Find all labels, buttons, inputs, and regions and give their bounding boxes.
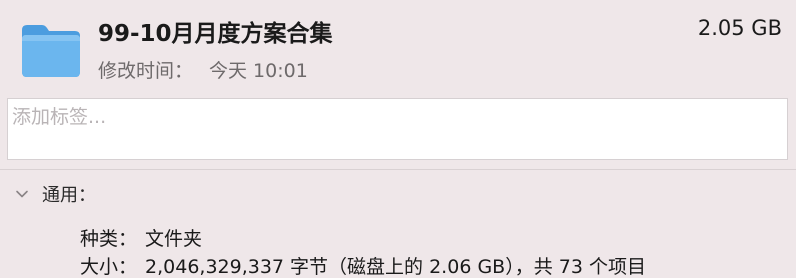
general-section-title: 通用： bbox=[42, 185, 96, 206]
modified-info: 修改时间： 今天 10:01 bbox=[98, 56, 308, 83]
size-value: 2,046,329,337 字节（磁盘上的 2.06 GB），共 73 个项目 bbox=[145, 256, 646, 278]
kind-row: 种类： 文件夹 bbox=[80, 224, 202, 251]
info-header: 99-10月月度方案合集 2.05 GB 修改时间： 今天 10:01 bbox=[0, 0, 796, 96]
kind-label: 种类： bbox=[80, 228, 138, 250]
general-section-header[interactable]: 通用： bbox=[14, 180, 96, 208]
size-row: 大小： 2,046,329,337 字节（磁盘上的 2.06 GB），共 73 个… bbox=[80, 252, 646, 278]
modified-label: 修改时间： bbox=[98, 60, 194, 82]
tags-field-container[interactable] bbox=[7, 98, 788, 160]
get-info-window: 99-10月月度方案合集 2.05 GB 修改时间： 今天 10:01 通用： 种… bbox=[0, 0, 796, 278]
folder-title: 99-10月月度方案合集 bbox=[98, 21, 333, 47]
kind-value: 文件夹 bbox=[145, 228, 203, 250]
folder-icon bbox=[22, 25, 80, 77]
chevron-down-icon[interactable] bbox=[14, 186, 30, 202]
section-divider bbox=[0, 169, 796, 170]
tags-input[interactable] bbox=[8, 99, 787, 135]
size-label: 大小： bbox=[80, 256, 138, 278]
modified-value: 今天 10:01 bbox=[209, 60, 308, 82]
folder-size: 2.05 GB bbox=[697, 16, 782, 40]
